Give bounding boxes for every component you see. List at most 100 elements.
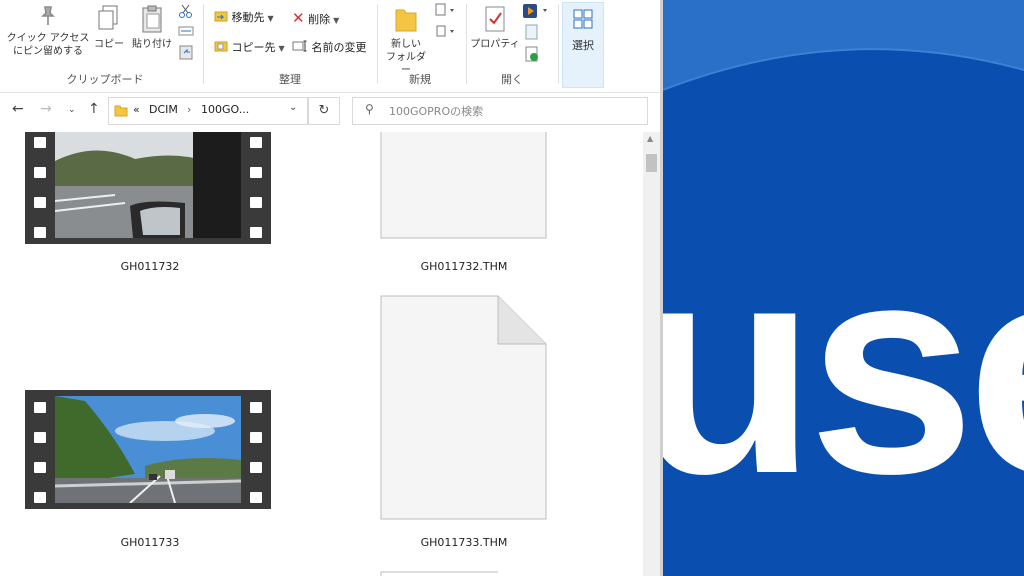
film-hole (250, 402, 262, 413)
refresh-button[interactable]: ↻ (308, 97, 340, 125)
film-hole (34, 432, 46, 443)
video-thumbnail (25, 390, 271, 509)
open-with-icon[interactable] (522, 3, 550, 19)
properties-button[interactable]: プロパティ (470, 4, 520, 51)
file-list: GH011732 GH011732.THM GH011733 GH011733.… (0, 132, 643, 576)
search-placeholder: 100GOPROの検索 (389, 105, 484, 118)
pin-label-line1: クイック アクセス (6, 33, 90, 44)
address-overflow[interactable]: « (133, 103, 140, 116)
file-name: GH011732 (120, 260, 180, 273)
properties-label: プロパティ (470, 39, 520, 50)
select-icon (573, 9, 593, 29)
search-input[interactable]: ⚲ 100GOPROの検索 (352, 97, 648, 125)
rename-icon (292, 40, 307, 52)
film-hole (250, 137, 262, 148)
properties-icon (485, 6, 505, 32)
group-separator (558, 4, 559, 84)
delete-icon: ✕ (292, 9, 305, 27)
rename-button[interactable]: 名前の変更 (290, 38, 367, 58)
cut-icon[interactable] (178, 3, 194, 19)
navigation-bar: ← → ⌄ ↑ « DCIM › 100GO... ⌄ ↻ ⚲ 100GOPRO… (0, 93, 660, 129)
paste-label: 貼り付け (132, 39, 172, 50)
document-icon (380, 571, 498, 576)
select-label: 選択 (572, 39, 594, 52)
address-dropdown-icon[interactable]: ⌄ (289, 102, 297, 113)
search-icon: ⚲ (365, 102, 374, 116)
new-folder-button[interactable]: 新しい フォルダー (382, 4, 430, 77)
move-to-button[interactable]: 移動先 ▼ (212, 8, 274, 28)
vertical-scrollbar[interactable]: ▲ (643, 132, 660, 576)
rename-label: 名前の変更 (311, 41, 367, 54)
address-bar[interactable]: « DCIM › 100GO... ⌄ (108, 97, 308, 125)
video-frame (55, 132, 241, 238)
refresh-icon: ↻ (318, 103, 330, 118)
document-icon (380, 295, 547, 520)
copy-icon (98, 5, 118, 30)
file-name: GH011733.THM (420, 536, 508, 549)
delete-button[interactable]: ✕ 削除 ▼ (290, 8, 339, 28)
move-to-label: 移動先 (231, 11, 265, 24)
move-to-icon (214, 11, 228, 22)
copy-button[interactable]: コピー (92, 4, 126, 51)
easy-access-icon[interactable] (434, 24, 456, 38)
paste-icon (142, 5, 162, 33)
film-hole (250, 462, 262, 473)
folder-icon (395, 9, 417, 32)
group-label-new: 新規 (409, 73, 431, 86)
film-hole (250, 227, 262, 238)
forward-icon[interactable]: → (40, 101, 52, 117)
group-label-clipboard: クリップボード (66, 73, 144, 86)
file-name: GH011733 (120, 536, 180, 549)
pin-icon (41, 6, 55, 25)
film-hole (34, 492, 46, 503)
group-separator (377, 4, 378, 84)
select-button[interactable]: 選択 (562, 2, 604, 88)
file-explorer-window: クイック アクセス にピン留めする コピー 貼り付け クリップボード 移動先 ▼ … (0, 0, 660, 576)
breadcrumb-separator[interactable]: › (187, 103, 191, 116)
video-thumbnail (25, 132, 271, 244)
edit-icon[interactable] (524, 24, 540, 40)
back-icon[interactable]: ← (12, 101, 24, 117)
film-hole (250, 492, 262, 503)
video-frame (55, 396, 241, 503)
document-icon (380, 132, 547, 239)
chevron-down-icon: ▼ (267, 14, 274, 23)
copy-path-icon[interactable] (178, 25, 194, 37)
pin-to-quick-access-button[interactable]: クイック アクセス にピン留めする (6, 4, 90, 58)
up-icon[interactable]: ↑ (88, 101, 100, 117)
film-hole (250, 197, 262, 208)
copy-to-label: コピー先 (231, 41, 276, 54)
copy-to-button[interactable]: コピー先 ▼ (212, 38, 285, 58)
film-hole (250, 167, 262, 178)
file-name: GH011732.THM (420, 260, 508, 273)
chevron-down-icon: ▼ (278, 44, 285, 53)
delete-label: 削除 (308, 13, 331, 26)
copy-label: コピー (94, 39, 124, 50)
film-hole (34, 167, 46, 178)
breadcrumb-100gopro[interactable]: 100GO... (201, 103, 249, 116)
background-app-text: useF (663, 200, 1024, 536)
recent-locations-icon[interactable]: ⌄ (68, 105, 76, 115)
history-icon[interactable] (524, 46, 540, 62)
chevron-down-icon: ▼ (333, 16, 340, 25)
film-hole (34, 227, 46, 238)
copy-to-icon (214, 41, 228, 52)
new-item-icon[interactable] (434, 3, 456, 17)
background-application[interactable]: useF (663, 0, 1024, 576)
scroll-up-icon[interactable]: ▲ (647, 134, 653, 143)
film-hole (34, 462, 46, 473)
film-hole (34, 402, 46, 413)
group-label-open: 開く (501, 73, 523, 86)
paste-button[interactable]: 貼り付け (130, 4, 174, 51)
film-hole (34, 137, 46, 148)
group-separator (466, 4, 467, 84)
ribbon: クイック アクセス にピン留めする コピー 貼り付け クリップボード 移動先 ▼ … (0, 0, 660, 93)
pin-label-line2: にピン留めする (13, 46, 83, 57)
breadcrumb-dcim[interactable]: DCIM (149, 103, 178, 116)
new-folder-label-line1: 新しい (391, 39, 421, 50)
folder-icon (114, 105, 128, 117)
paste-shortcut-icon[interactable] (178, 44, 194, 60)
film-hole (250, 432, 262, 443)
group-label-organize: 整理 (279, 73, 301, 86)
scrollbar-thumb[interactable] (646, 154, 657, 172)
